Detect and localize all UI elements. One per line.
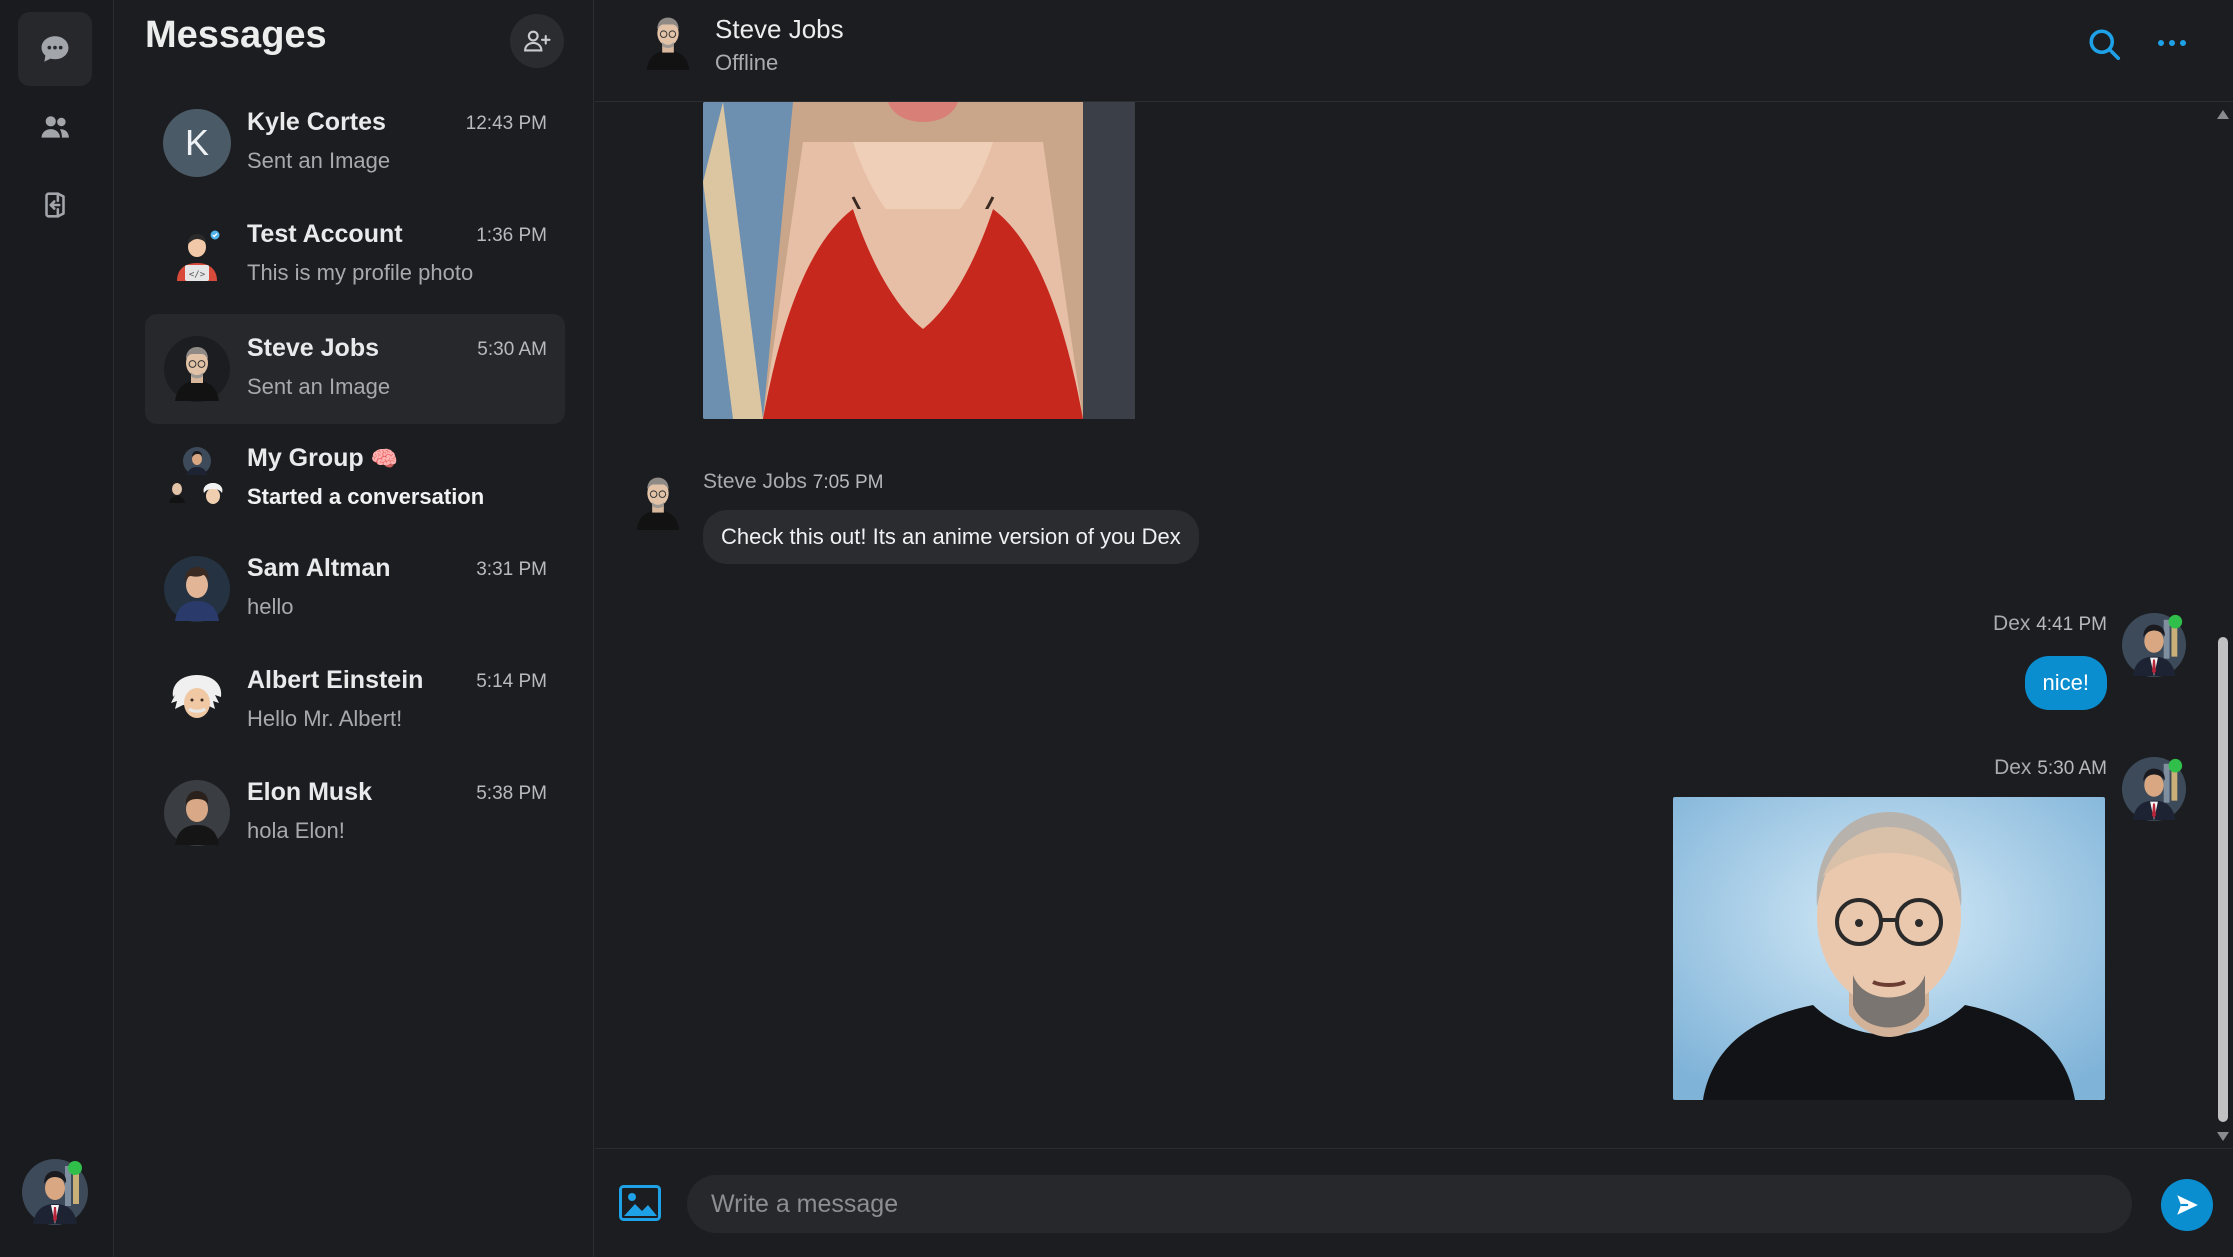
users-icon <box>41 116 69 138</box>
chats-nav-button[interactable] <box>18 12 92 86</box>
sender-name: Steve Jobs <box>703 470 807 493</box>
message-image-anime[interactable] <box>703 102 1135 419</box>
sender-name: Dex <box>1993 612 2031 635</box>
conversation-item-kyle-cortes[interactable]: K Kyle Cortes 12:43 PM Sent an Image <box>145 88 565 198</box>
conversation-name: Test Account <box>247 220 403 248</box>
message-input[interactable] <box>687 1175 2132 1233</box>
conversation-item-elon-musk[interactable]: Elon Musk 5:38 PM hola Elon! <box>145 758 565 868</box>
message-time: 7:05 PM <box>812 472 884 493</box>
sender-name: Dex <box>1994 756 2032 779</box>
conversation-time: 5:38 PM <box>476 783 547 804</box>
sender-avatar <box>625 466 691 532</box>
conversation-item-albert-einstein[interactable]: Albert Einstein 5:14 PM Hello Mr. Albert… <box>145 646 565 756</box>
message-meta: Steve Jobs 7:05 PM <box>703 470 884 494</box>
message-meta: Dex 4:41 PM <box>1993 612 2107 636</box>
conversation-item-my-group[interactable]: My Group 🧠 Started a conversation <box>145 424 565 534</box>
avatar: </> <box>163 221 231 289</box>
avatar: K <box>163 109 231 177</box>
message-scrollbar[interactable] <box>2214 102 2233 1148</box>
contact-name: Steve Jobs <box>715 14 844 44</box>
logout-nav-button[interactable] <box>18 168 92 242</box>
chat-header: Steve Jobs Offline <box>595 0 2233 102</box>
search-icon[interactable] <box>2086 26 2122 62</box>
svg-text:</>: </> <box>189 270 206 280</box>
conversation-preview: Sent an Image <box>247 148 391 173</box>
contact-status: Offline <box>715 50 779 75</box>
conversation-time: 12:43 PM <box>465 113 547 134</box>
online-status-dot <box>68 1161 82 1175</box>
group-avatar <box>163 445 231 513</box>
chat-bubble-icon <box>41 36 69 62</box>
avatar <box>163 779 231 847</box>
message-meta: Dex 5:30 AM <box>1994 756 2107 780</box>
conversation-preview: Started a conversation <box>247 484 485 509</box>
message-time: 5:30 AM <box>2037 758 2107 779</box>
conversation-preview: Sent an Image <box>247 374 391 399</box>
message-bubble-outgoing: nice! <box>2024 656 2107 710</box>
conversation-time: 5:14 PM <box>476 671 547 692</box>
scroll-down-arrow[interactable] <box>2217 1132 2229 1141</box>
conversation-name: Kyle Cortes <box>247 108 386 136</box>
add-friend-button[interactable] <box>510 14 564 68</box>
send-button[interactable] <box>2161 1179 2213 1231</box>
app-rail <box>0 0 114 1257</box>
scroll-thumb[interactable] <box>2218 637 2228 1122</box>
friends-nav-button[interactable] <box>18 90 92 164</box>
conversation-item-sam-altman[interactable]: Sam Altman 3:31 PM hello <box>145 534 565 644</box>
conversation-name: Steve Jobs <box>247 334 380 362</box>
conversation-preview: hello <box>247 594 294 619</box>
conversation-time: 5:30 AM <box>477 339 547 360</box>
more-options-icon[interactable] <box>2155 30 2189 56</box>
scroll-up-arrow[interactable] <box>2217 110 2229 119</box>
send-icon <box>2177 1195 2198 1215</box>
conversation-preview: This is my profile photo <box>247 260 474 285</box>
conversation-preview: Hello Mr. Albert! <box>247 706 403 731</box>
message-thread: Steve Jobs 7:05 PM Check this out! Its a… <box>595 102 2233 1148</box>
message-time: 4:41 PM <box>2036 614 2107 635</box>
sender-avatar <box>2121 756 2187 822</box>
conversation-preview: hola Elon! <box>247 818 345 843</box>
conversation-name: Albert Einstein <box>247 666 424 694</box>
messages-title: Messages <box>145 14 327 56</box>
logout-icon <box>45 192 65 218</box>
image-upload-icon[interactable] <box>619 1185 661 1221</box>
avatar <box>163 555 231 623</box>
current-user-avatar[interactable] <box>21 1158 89 1226</box>
group-emoji: 🧠 <box>370 446 399 471</box>
conversation-item-test-account[interactable]: </> Test Account 1:36 PM This is my prof… <box>145 200 565 310</box>
sender-avatar <box>2121 612 2187 678</box>
message-composer <box>595 1148 2233 1257</box>
conversation-item-steve-jobs[interactable]: Steve Jobs 5:30 AM Sent an Image <box>145 314 565 424</box>
conversation-name: Elon Musk <box>247 778 373 806</box>
conversation-name: Sam Altman <box>247 554 391 582</box>
message-bubble-incoming: Check this out! Its an anime version of … <box>703 510 1199 564</box>
conversation-time: 1:36 PM <box>476 225 547 246</box>
contact-avatar[interactable] <box>635 6 701 72</box>
avatar <box>163 335 231 403</box>
conversation-time: 3:31 PM <box>476 559 547 580</box>
message-image-steve-jobs-portrait[interactable] <box>1673 797 2105 1100</box>
user-plus-icon <box>524 30 551 52</box>
conversation-name: My Group 🧠 <box>247 444 399 472</box>
conversation-list-panel: Messages K Kyle Cortes 12:43 PM Sent an … <box>115 0 594 1257</box>
avatar <box>163 667 231 735</box>
